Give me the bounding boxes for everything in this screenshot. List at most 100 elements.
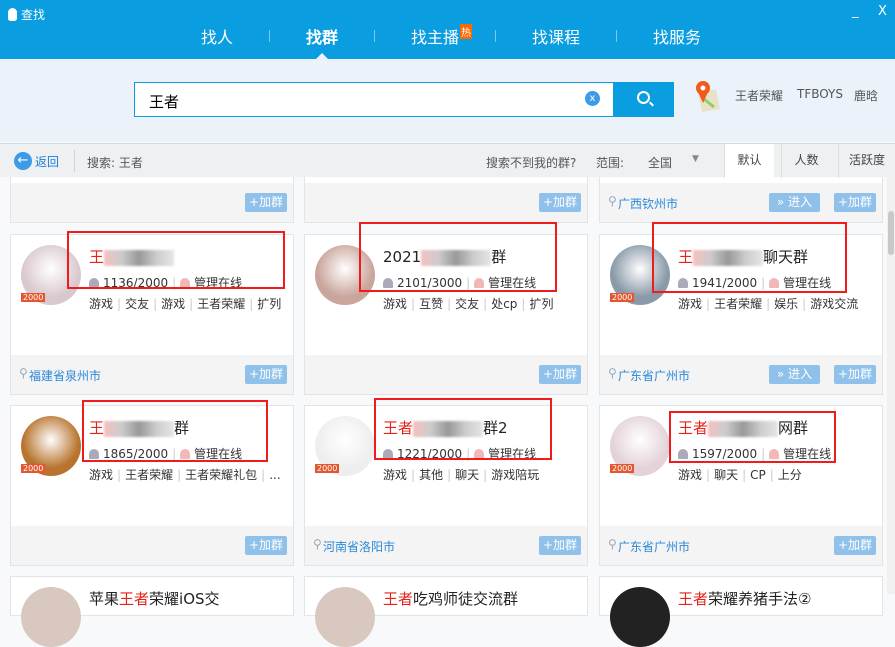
group-tags: 游戏王者荣耀娱乐游戏交流: [678, 295, 858, 312]
scrollbar-thumb[interactable]: [888, 211, 894, 255]
group-name[interactable]: 王者吃鸡师徒交流群: [383, 588, 518, 609]
enter-group-button[interactable]: » 进入: [768, 365, 820, 384]
tag: 游戏陪玩: [479, 468, 539, 482]
group-avatar[interactable]: [315, 587, 375, 647]
name-text: 吃鸡师徒交流群: [413, 590, 519, 608]
group-name[interactable]: 苹果王者荣耀iOS交: [89, 588, 220, 609]
group-avatar[interactable]: [21, 587, 81, 647]
join-group-button[interactable]: +加群: [244, 536, 287, 555]
divider: |: [761, 275, 766, 290]
not-found-link[interactable]: 搜索不到我的群?: [486, 154, 576, 171]
group-name[interactable]: 王 聊天群: [678, 246, 808, 267]
group-name[interactable]: 王者 群2: [383, 417, 508, 438]
hot-word-link[interactable]: 王者荣耀: [735, 87, 783, 104]
hot-badge: 热: [460, 24, 473, 39]
group-name[interactable]: 王者 网群: [678, 417, 808, 438]
enter-group-button[interactable]: » 进入: [768, 193, 820, 212]
range-select[interactable]: 全国 ▼: [648, 154, 704, 171]
group-card[interactable]: +加群: [10, 177, 294, 223]
group-avatar[interactable]: [315, 245, 375, 305]
group-card[interactable]: 王者荣耀养猪手法②: [599, 576, 883, 647]
clear-icon[interactable]: x: [585, 91, 600, 106]
join-group-button[interactable]: +加群: [244, 193, 287, 212]
admin-status: 管理在线: [488, 447, 537, 461]
tag: 游戏: [149, 297, 185, 311]
group-meta: 1597/2000 | 管理在线: [678, 445, 831, 462]
back-button[interactable]: ← 返回: [14, 152, 59, 170]
group-card[interactable]: +加群: [304, 177, 588, 223]
tab-find-people[interactable]: 找人: [201, 24, 233, 48]
tag: 王者荣耀: [702, 297, 762, 311]
name-text: 苹果: [89, 590, 120, 608]
group-tags: 游戏其他聊天游戏陪玩: [383, 466, 539, 483]
group-location: 河南省洛阳市: [323, 540, 396, 554]
tag: 交友: [443, 297, 479, 311]
members-icon: [89, 277, 99, 288]
header: 查找 _ X 找人 找群 找主播热 找课程 找服务: [0, 0, 895, 59]
group-location: 广东省广州市: [618, 369, 691, 383]
card-footer: ⚲ 广东省广州市 +加群: [600, 526, 882, 565]
tag: 上分: [766, 468, 802, 482]
group-card[interactable]: 苹果王者荣耀iOS交: [10, 576, 294, 647]
join-group-button[interactable]: +加群: [833, 365, 876, 384]
hot-word-link[interactable]: 鹿晗: [854, 87, 878, 104]
tab-find-streamer[interactable]: 找主播热: [411, 24, 473, 48]
group-card[interactable]: 王者吃鸡师徒交流群: [304, 576, 588, 647]
scrollbar[interactable]: [887, 177, 895, 594]
join-group-button[interactable]: +加群: [538, 193, 581, 212]
card-footer: +加群: [305, 183, 587, 222]
tab-find-course[interactable]: 找课程: [532, 24, 580, 48]
tag: 游戏: [678, 468, 703, 482]
tag: 处cp: [479, 297, 517, 311]
search-input[interactable]: 王者: [134, 82, 614, 117]
tag: 游戏: [383, 468, 408, 482]
map-location-icon[interactable]: [692, 79, 722, 113]
member-count: 1941/2000: [692, 275, 758, 290]
tag: 王者荣耀礼包: [173, 468, 257, 482]
admin-icon: [180, 277, 191, 288]
search-button[interactable]: [614, 82, 674, 117]
divider: |: [172, 275, 177, 290]
join-group-button[interactable]: +加群: [538, 365, 581, 384]
tag: ...: [257, 468, 281, 482]
minimize-button[interactable]: _: [852, 4, 859, 19]
redacted-name: [693, 249, 764, 266]
tab-find-service[interactable]: 找服务: [653, 24, 701, 48]
level-badge: 2000: [610, 464, 635, 473]
join-group-button[interactable]: +加群: [244, 365, 287, 384]
group-avatar[interactable]: [610, 587, 670, 647]
group-location: 广东省广州市: [618, 540, 691, 554]
group-card[interactable]: 2000 王者 群2 1221/2000| 管理在线游戏其他聊天游戏陪玩 ⚲河南省洛阳市 +…: [304, 405, 588, 566]
name-highlight: 王者: [383, 419, 414, 437]
member-count: 1136/2000: [103, 275, 169, 290]
hot-word-link[interactable]: TFBOYS: [797, 87, 843, 101]
join-group-button[interactable]: +加群: [833, 536, 876, 555]
group-card[interactable]: 2000王群1865/2000|管理在线游戏王者荣耀王者荣耀礼包...+加群: [10, 405, 294, 566]
main-tabs: 找人 找群 找主播热 找课程 找服务: [0, 24, 895, 48]
tag: 交友: [113, 297, 149, 311]
close-button[interactable]: X: [878, 4, 887, 19]
name-text: 王者: [383, 590, 414, 608]
tag: 游戏: [89, 297, 114, 311]
sort-members[interactable]: 人数: [781, 144, 831, 178]
level-badge: 2000: [315, 464, 340, 473]
location-pin-icon: ⚲: [608, 194, 617, 208]
join-group-button[interactable]: +加群: [833, 193, 876, 212]
tab-find-group[interactable]: 找群: [306, 24, 338, 48]
members-icon: [89, 448, 99, 459]
name-highlight: 王: [89, 419, 105, 437]
group-name[interactable]: 王: [89, 246, 175, 267]
search-bar: 王者 x 王者荣耀 TFBOYS 鹿晗: [0, 59, 895, 142]
group-card[interactable]: 2000 王 聊天群 1941/2000| 管理在线游戏王者荣耀娱乐游戏交流 ⚲广东省广州…: [599, 234, 883, 395]
card-footer: +加群: [11, 526, 293, 565]
join-group-button[interactable]: +加群: [538, 536, 581, 555]
sort-activity[interactable]: 活跃度: [838, 144, 895, 178]
group-card[interactable]: 2000 王者 网群 1597/2000| 管理在线游戏聊天CP上分 ⚲广东省广州市 +加群: [599, 405, 883, 566]
sort-default[interactable]: 默认: [724, 144, 774, 178]
group-card[interactable]: ⚲ 广西钦州市 +加群 » 进入: [599, 177, 883, 223]
group-name[interactable]: 2021 群: [383, 246, 506, 267]
group-name[interactable]: 王群: [89, 417, 189, 438]
group-card[interactable]: 2000王1136/2000|管理在线游戏交友游戏王者荣耀扩列⚲福建省泉州市+加…: [10, 234, 294, 395]
group-card[interactable]: 2021 群 2101/3000| 管理在线游戏互赞交友处cp扩列 +加群: [304, 234, 588, 395]
group-name[interactable]: 王者荣耀养猪手法②: [678, 588, 811, 609]
